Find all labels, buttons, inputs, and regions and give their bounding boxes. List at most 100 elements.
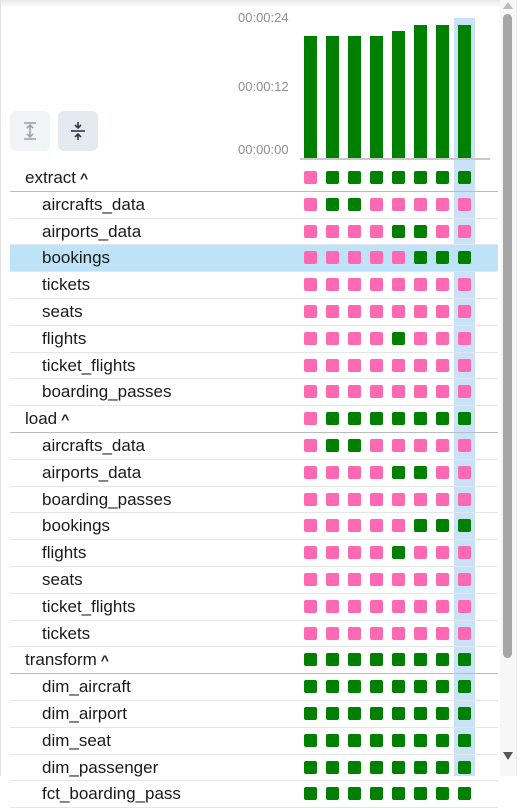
task-label[interactable]: tickets <box>42 272 90 297</box>
task-instance-success[interactable] <box>392 465 405 479</box>
run-duration-bar[interactable] <box>392 30 405 158</box>
task-row[interactable]: aircrafts_data <box>10 192 498 219</box>
task-instance-success[interactable] <box>392 171 405 184</box>
run-duration-bar[interactable] <box>326 36 339 158</box>
task-instance-failed[interactable] <box>414 385 427 399</box>
task-instance-failed[interactable] <box>436 626 449 640</box>
task-instance-success[interactable] <box>348 412 361 426</box>
task-row[interactable]: tickets <box>10 272 498 299</box>
task-instance-failed[interactable] <box>304 278 317 292</box>
task-instance-failed[interactable] <box>436 546 449 560</box>
task-instance-success[interactable] <box>326 760 339 774</box>
task-group-row[interactable]: extract ^ <box>10 165 498 192</box>
task-instance-failed[interactable] <box>392 251 405 265</box>
task-instance-failed[interactable] <box>458 224 471 238</box>
task-row[interactable]: seats <box>10 299 498 326</box>
task-instance-success[interactable] <box>326 680 339 694</box>
task-label[interactable]: dim_seat <box>42 728 111 753</box>
task-instance-failed[interactable] <box>414 626 427 640</box>
task-instance-success[interactable] <box>436 760 449 774</box>
task-instance-failed[interactable] <box>304 331 317 345</box>
task-instance-failed[interactable] <box>304 304 317 318</box>
task-instance-failed[interactable] <box>348 492 361 506</box>
task-instance-failed[interactable] <box>348 519 361 533</box>
task-instance-success[interactable] <box>370 733 383 747</box>
scroll-up-arrow-icon[interactable] <box>503 2 513 9</box>
task-instance-failed[interactable] <box>436 599 449 613</box>
task-instance-success[interactable] <box>414 251 427 265</box>
task-row[interactable]: fct_boarding_pass <box>10 781 498 808</box>
task-instance-success[interactable] <box>304 760 317 774</box>
task-instance-failed[interactable] <box>458 572 471 586</box>
task-label[interactable]: ticket_flights <box>42 353 136 378</box>
task-instance-success[interactable] <box>414 680 427 694</box>
task-instance-failed[interactable] <box>414 438 427 452</box>
task-row[interactable]: tickets <box>10 621 498 648</box>
task-instance-success[interactable] <box>392 733 405 747</box>
task-instance-success[interactable] <box>414 760 427 774</box>
task-instance-failed[interactable] <box>370 546 383 560</box>
task-instance-failed[interactable] <box>392 385 405 399</box>
task-instance-success[interactable] <box>436 706 449 720</box>
task-instance-success[interactable] <box>414 465 427 479</box>
task-instance-failed[interactable] <box>392 572 405 586</box>
task-instance-failed[interactable] <box>370 492 383 506</box>
task-instance-failed[interactable] <box>392 519 405 533</box>
task-instance-success[interactable] <box>458 680 471 694</box>
task-row[interactable]: boarding_passes <box>10 487 498 514</box>
task-instance-success[interactable] <box>392 787 405 801</box>
task-instance-success[interactable] <box>458 733 471 747</box>
task-group-label[interactable]: extract ^ <box>25 165 88 191</box>
task-instance-failed[interactable] <box>392 304 405 318</box>
task-instance-success[interactable] <box>392 760 405 774</box>
task-label[interactable]: seats <box>42 299 83 324</box>
task-instance-failed[interactable] <box>436 358 449 372</box>
task-instance-failed[interactable] <box>458 599 471 613</box>
task-row[interactable]: dim_seat <box>10 728 498 755</box>
task-group-label[interactable]: transform ^ <box>25 647 109 673</box>
scroll-down-arrow-icon[interactable] <box>503 752 513 760</box>
task-instance-failed[interactable] <box>326 519 339 533</box>
task-instance-success[interactable] <box>392 706 405 720</box>
task-instance-success[interactable] <box>348 171 361 184</box>
task-instance-success[interactable] <box>458 787 471 801</box>
task-instance-failed[interactable] <box>304 385 317 399</box>
task-instance-failed[interactable] <box>436 278 449 292</box>
task-instance-failed[interactable] <box>414 331 427 345</box>
run-duration-bar[interactable] <box>348 36 361 158</box>
run-duration-bar[interactable] <box>304 36 317 158</box>
task-instance-success[interactable] <box>370 680 383 694</box>
task-instance-failed[interactable] <box>370 331 383 345</box>
task-instance-failed[interactable] <box>348 599 361 613</box>
task-instance-failed[interactable] <box>304 599 317 613</box>
task-label[interactable]: boarding_passes <box>42 379 171 404</box>
task-instance-failed[interactable] <box>370 278 383 292</box>
task-instance-failed[interactable] <box>348 358 361 372</box>
task-instance-failed[interactable] <box>370 572 383 586</box>
collapse-all-button[interactable] <box>58 111 98 151</box>
task-instance-failed[interactable] <box>414 546 427 560</box>
task-instance-success[interactable] <box>436 251 449 265</box>
task-instance-success[interactable] <box>414 224 427 238</box>
task-instance-failed[interactable] <box>370 385 383 399</box>
task-label[interactable]: flights <box>42 540 86 565</box>
task-instance-failed[interactable] <box>304 438 317 452</box>
task-label[interactable]: boarding_passes <box>42 487 171 512</box>
task-instance-success[interactable] <box>392 680 405 694</box>
task-instance-failed[interactable] <box>392 626 405 640</box>
task-instance-success[interactable] <box>348 787 361 801</box>
task-group-row[interactable]: load ^ <box>10 406 498 433</box>
task-instance-success[interactable] <box>458 519 471 533</box>
task-instance-success[interactable] <box>348 760 361 774</box>
task-instance-failed[interactable] <box>458 197 471 211</box>
task-instance-failed[interactable] <box>436 492 449 506</box>
task-label[interactable]: fct_boarding_pass <box>42 781 181 806</box>
task-instance-success[interactable] <box>348 706 361 720</box>
task-instance-success[interactable] <box>414 706 427 720</box>
task-instance-failed[interactable] <box>370 519 383 533</box>
task-row[interactable]: bookings <box>10 513 498 541</box>
task-instance-failed[interactable] <box>370 358 383 372</box>
task-instance-success[interactable] <box>348 438 361 452</box>
task-instance-success[interactable] <box>436 787 449 801</box>
task-instance-failed[interactable] <box>326 626 339 640</box>
